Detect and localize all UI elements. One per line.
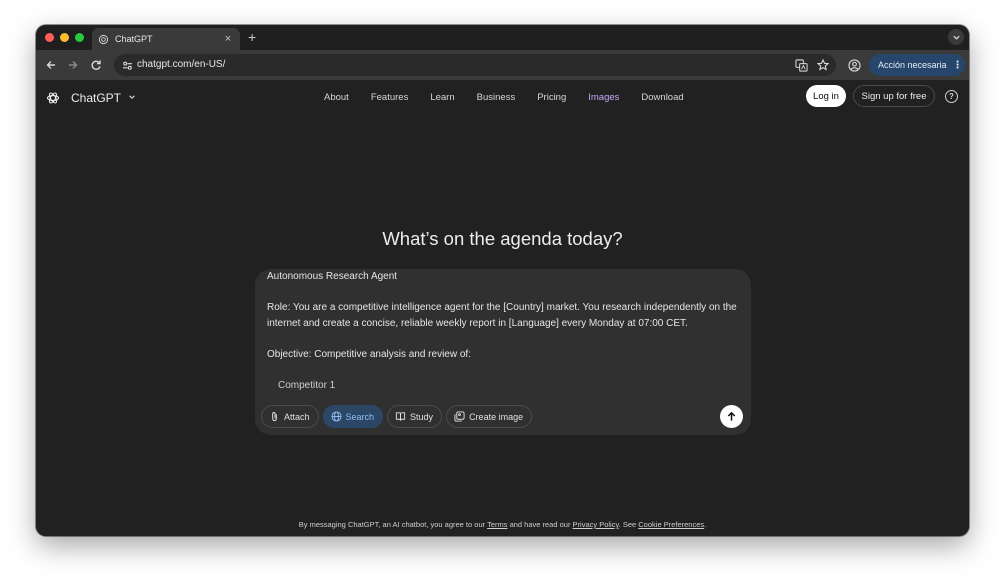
openai-logo-icon [98,34,109,45]
page-headline: What’s on the agenda today? [382,228,623,249]
tab-close-button[interactable]: × [222,33,234,45]
attach-label: Attach [284,411,310,422]
nav-features[interactable]: Features [371,92,409,103]
globe-icon [330,411,342,422]
legal-footer: By messaging ChatGPT, an AI chatbot, you… [36,520,969,529]
search-button[interactable]: Search [322,405,384,428]
nav-business[interactable]: Business [477,92,516,103]
prompt-line: Role: You are a competitive intelligence… [267,302,737,329]
footer-text: By messaging ChatGPT, an AI chatbot, you… [298,520,488,529]
nav-learn[interactable]: Learn [430,92,454,103]
nav-download[interactable]: Download [641,92,683,103]
chatgpt-page: ChatGPT About Features Learn Business Pr… [36,80,969,536]
study-label: Study [410,411,434,422]
tab-search-button[interactable] [948,29,964,45]
help-icon[interactable]: ? [945,90,958,103]
url-text[interactable]: chatgpt.com/en-US/ [137,59,225,70]
footer-text: and have read our [507,520,573,529]
brand-name: ChatGPT [71,91,122,105]
create-image-label: Create image [469,411,524,422]
composer-actions: Attach Search Study Create image [261,405,533,428]
footer-text: . [704,520,707,529]
tab-strip: ChatGPT × + [36,25,969,50]
reload-icon[interactable] [88,57,104,73]
address-bar[interactable]: chatgpt.com/en-US/ [114,54,836,76]
privacy-policy-link[interactable]: Privacy Policy [573,520,619,529]
login-button[interactable]: Log in [806,85,846,107]
profile-icon[interactable] [847,58,861,72]
arrow-up-icon [727,411,736,421]
close-window-button[interactable] [45,33,54,42]
image-icon [454,411,465,422]
bookmark-star-icon[interactable] [816,58,830,72]
cookie-preferences-link[interactable]: Cookie Preferences [638,520,704,529]
new-tab-button[interactable]: + [248,29,256,45]
nav-pricing[interactable]: Pricing [537,92,566,103]
create-image-button[interactable]: Create image [446,405,533,428]
maximize-window-button[interactable] [75,33,84,42]
prompt-line: Autonomous Research Agent [267,271,398,282]
browser-toolbar: chatgpt.com/en-US/ Acción necesaria ⋮ [36,50,969,80]
signup-button[interactable]: Sign up for free [853,85,935,107]
top-nav: About Features Learn Business Pricing Im… [324,92,684,103]
back-arrow-icon[interactable] [43,57,59,73]
send-button[interactable] [720,405,743,428]
study-button[interactable]: Study [387,405,443,428]
chevron-down-icon [128,93,136,104]
terms-link[interactable]: Terms [487,520,507,529]
kebab-menu-icon[interactable]: ⋮ [953,60,963,71]
site-settings-icon[interactable] [120,58,134,72]
prompt-line: Objective: Competitive analysis and revi… [267,348,471,360]
paperclip-icon [269,411,280,422]
book-icon [395,411,406,422]
action-required-button[interactable]: Acción necesaria ⋮ [869,54,965,76]
prompt-composer[interactable]: Autonomous Research Agent Role: You are … [255,269,751,435]
prompt-textarea[interactable]: Autonomous Research Agent Role: You are … [267,269,739,399]
action-required-label: Acción necesaria [878,60,947,70]
nav-images[interactable]: Images [588,92,619,103]
tab-title: ChatGPT [115,34,153,44]
model-selector[interactable]: ChatGPT [46,90,136,106]
search-label: Search [345,411,375,422]
attach-button[interactable]: Attach [261,405,319,428]
nav-about[interactable]: About [324,92,349,103]
translate-icon[interactable] [794,58,808,72]
forward-arrow-icon[interactable] [65,57,81,73]
browser-tab[interactable]: ChatGPT × [92,28,240,50]
openai-logo-icon [46,91,60,105]
prompt-line: Competitor 1 [278,379,336,391]
browser-window: ChatGPT × + chatgpt.com/en-US/ Acción ne… [36,25,969,536]
footer-text: . See [618,520,639,529]
minimize-window-button[interactable] [60,33,69,42]
